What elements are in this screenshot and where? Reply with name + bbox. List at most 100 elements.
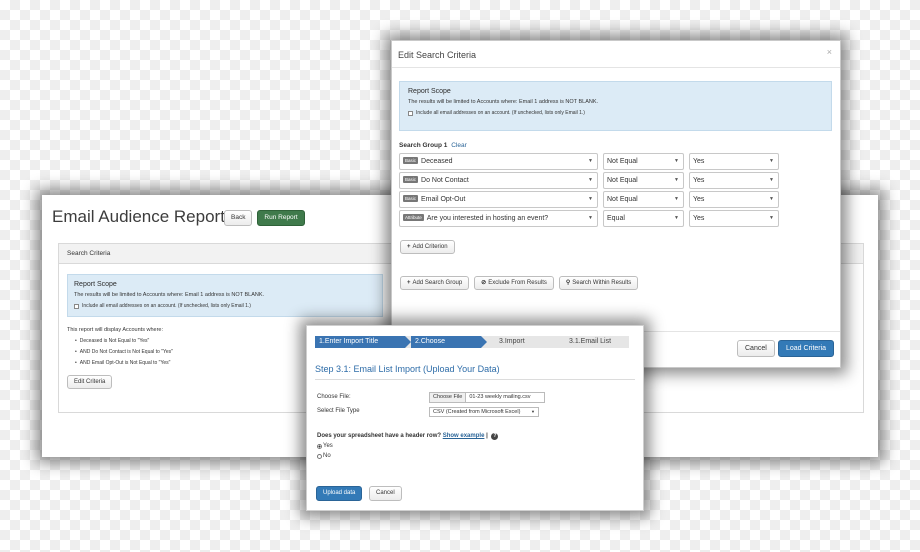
field-type-tag: Basic <box>403 195 419 202</box>
field-value: Deceased <box>421 158 453 165</box>
report-scope-box: Report Scope The results will be limited… <box>67 274 383 317</box>
cancel-button[interactable]: Cancel <box>369 486 402 501</box>
search-group-header: Search Group 1 Clear <box>399 142 467 149</box>
radio-yes-label: Yes <box>323 443 333 449</box>
chevron-down-icon: ▼ <box>674 215 679 221</box>
add-search-group-label: Add Search Group <box>412 280 463 286</box>
operator-select[interactable]: Not Equal ▼ <box>603 172 684 189</box>
criterion-row: Attribute Are you interested in hosting a… <box>399 210 779 227</box>
include-all-emails-row: Include all email addresses on an accoun… <box>74 303 376 309</box>
value-value: Yes <box>693 215 705 222</box>
step-choose[interactable]: 2.Choose <box>411 336 487 348</box>
value-select[interactable]: Yes ▼ <box>689 191 779 208</box>
search-within-results-button[interactable]: ⚲ Search Within Results <box>558 276 639 290</box>
header-buttons: Back Run Report <box>224 210 308 226</box>
include-all-emails-checkbox[interactable] <box>74 303 79 309</box>
chevron-down-icon: ▼ <box>674 196 679 202</box>
radio-yes[interactable] <box>317 443 322 449</box>
criterion-row: Basic Deceased ▼ Not Equal ▼ Yes ▼ <box>399 153 779 170</box>
operator-select[interactable]: Not Equal ▼ <box>603 153 684 170</box>
group-action-buttons: + Add Search Group ⊘ Exclude From Results … <box>400 276 641 290</box>
chevron-down-icon: ▼ <box>588 158 593 164</box>
scope-text: The results will be limited to Accounts … <box>74 292 265 298</box>
show-example-link[interactable]: Show example <box>443 433 485 439</box>
plus-icon: + <box>407 244 411 250</box>
chevron-down-icon: ▼ <box>588 177 593 183</box>
radio-yes-row[interactable]: Yes <box>317 443 333 449</box>
file-input[interactable]: Choose File 01-23 weekly mailing.csv <box>429 392 545 403</box>
load-criteria-button[interactable]: Load Criteria <box>778 340 835 357</box>
chevron-down-icon: ▼ <box>588 215 593 221</box>
operator-value: Not Equal <box>607 158 638 165</box>
operator-select[interactable]: Not Equal ▼ <box>603 191 684 208</box>
chevron-down-icon: ▼ <box>769 177 774 183</box>
field-value: Are you interested in hosting an event? <box>426 215 549 222</box>
include-all-emails-row: Include all email addresses on an accoun… <box>408 110 823 116</box>
clear-link[interactable]: Clear <box>451 142 467 149</box>
email-list-import-window: 1.Enter Import Title 2.Choose 3.Import 3… <box>306 325 644 511</box>
chevron-down-icon: ▼ <box>531 409 535 414</box>
chevron-down-icon: ▼ <box>769 158 774 164</box>
radio-no-label: No <box>323 453 331 459</box>
search-icon: ⚲ <box>565 280 571 286</box>
operator-value: Not Equal <box>607 196 638 203</box>
field-type-tag: Attribute <box>403 214 424 221</box>
add-criterion-button[interactable]: + Add Criterion <box>400 240 455 254</box>
edit-criteria-button[interactable]: Edit Criteria <box>67 375 113 389</box>
operator-value: Equal <box>607 215 625 222</box>
include-all-emails-checkbox[interactable] <box>408 110 413 116</box>
field-select[interactable]: Attribute Are you interested in hosting a… <box>399 210 598 227</box>
field-value: Do Not Contact <box>421 177 469 184</box>
divider <box>392 67 840 68</box>
criterion-row: Basic Do Not Contact ▼ Not Equal ▼ Yes ▼ <box>399 172 779 189</box>
upload-data-button[interactable]: Upload data <box>316 486 363 501</box>
scope-title: Report Scope <box>408 88 451 95</box>
file-type-label: Select File Type <box>317 408 360 414</box>
field-select[interactable]: Basic Email Opt-Out ▼ <box>399 191 598 208</box>
report-scope-box: Report Scope The results will be limited… <box>399 81 832 131</box>
choose-file-label: Choose File: <box>317 394 351 400</box>
scope-text: The results will be limited to Accounts … <box>408 99 599 105</box>
value-select[interactable]: Yes ▼ <box>689 210 779 227</box>
file-name: 01-23 weekly mailing.csv <box>469 394 531 400</box>
close-icon[interactable]: × <box>827 47 832 57</box>
file-type-select[interactable]: CSV (Created from Microsoft Excel) ▼ <box>429 407 539 417</box>
step-import[interactable]: 3.Import <box>495 336 555 348</box>
value-value: Yes <box>693 158 705 165</box>
operator-select[interactable]: Equal ▼ <box>603 210 684 227</box>
add-search-group-button[interactable]: + Add Search Group <box>400 276 470 290</box>
value-select[interactable]: Yes ▼ <box>689 153 779 170</box>
search-group-label: Search Group 1 <box>399 142 448 149</box>
chevron-down-icon: ▼ <box>674 177 679 183</box>
radio-no[interactable] <box>317 453 322 459</box>
page-title: Email Audience Report <box>52 207 225 226</box>
step-title: Step 3.1: Email List Import (Upload Your… <box>315 364 500 374</box>
radio-no-row[interactable]: No <box>317 453 331 459</box>
value-select[interactable]: Yes ▼ <box>689 172 779 189</box>
header-row-question: Does your spreadsheet have a header row?… <box>317 433 499 440</box>
step-email-list[interactable]: 3.1.Email List <box>565 336 629 348</box>
field-select[interactable]: Basic Deceased ▼ <box>399 153 598 170</box>
back-button[interactable]: Back <box>224 210 253 226</box>
run-report-button[interactable]: Run Report <box>257 210 305 226</box>
include-all-emails-label: Include all email addresses on an accoun… <box>82 303 251 309</box>
add-criterion-label: Add Criterion <box>412 244 448 250</box>
value-value: Yes <box>693 177 705 184</box>
separator: | <box>486 433 490 439</box>
divider <box>315 379 635 380</box>
chevron-down-icon: ▼ <box>588 196 593 202</box>
import-steps: 1.Enter Import Title 2.Choose 3.Import 3… <box>315 336 629 348</box>
file-type-value: CSV (Created from Microsoft Excel) <box>433 409 521 415</box>
step-enter-title[interactable]: 1.Enter Import Title <box>315 336 411 348</box>
modal-title: Edit Search Criteria <box>398 50 477 60</box>
scope-title: Report Scope <box>74 281 117 288</box>
choose-file-button[interactable]: Choose File <box>430 393 467 402</box>
chevron-down-icon: ▼ <box>674 158 679 164</box>
field-type-tag: Basic <box>403 157 419 164</box>
cancel-button[interactable]: Cancel <box>737 340 775 357</box>
field-select[interactable]: Basic Do Not Contact ▼ <box>399 172 598 189</box>
chevron-down-icon: ▼ <box>769 196 774 202</box>
help-icon[interactable]: ? <box>491 433 499 440</box>
ban-icon: ⊘ <box>481 280 487 286</box>
exclude-from-results-button[interactable]: ⊘ Exclude From Results <box>474 276 554 290</box>
